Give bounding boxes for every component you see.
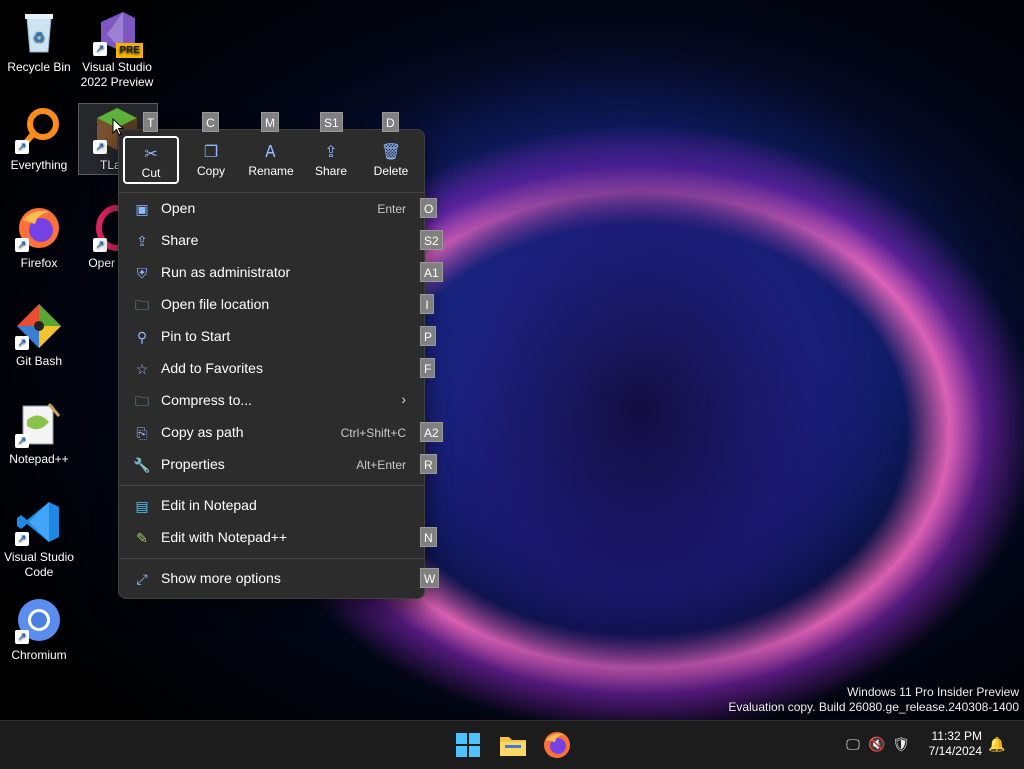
- share-icon: ⇪: [136, 233, 148, 249]
- share-icon: ⇪: [324, 144, 338, 161]
- keytip-show-more-options: W: [420, 568, 440, 588]
- shortcut-arrow-icon: ↗: [15, 140, 29, 154]
- menu-item-properties[interactable]: 🔧 Properties Alt+Enter: [123, 450, 420, 480]
- menu-item-edit-in-notepad[interactable]: ▤ Edit in Notepad: [123, 491, 420, 521]
- notepad-icon: ▤: [135, 498, 149, 514]
- zip-folder-icon: 🗀: [135, 393, 149, 409]
- rename-button[interactable]: Ꭺ Rename: [243, 136, 299, 184]
- keytip-share: S2: [420, 230, 443, 250]
- desktop-icon-notepad-plus-plus[interactable]: ↗ Notepad++: [0, 400, 78, 467]
- keytip-edit-with-notepad-plus-plus: N: [420, 527, 437, 547]
- menu-item-compress-to[interactable]: 🗀 Compress to... ›: [123, 386, 420, 416]
- desktop-icon-visual-studio[interactable]: PRE ↗ Visual Studio 2022 Preview: [78, 8, 156, 90]
- windows-logo-icon: [456, 733, 480, 757]
- chromium-icon: ↗: [15, 596, 63, 644]
- delete-button[interactable]: 🗑 Delete: [363, 136, 419, 184]
- menu-divider: [119, 485, 424, 486]
- expand-icon: ⤢: [136, 571, 148, 587]
- menu-item-share[interactable]: ⇪ Share: [123, 226, 420, 256]
- desktop-icon-firefox[interactable]: ↗ Firefox: [0, 204, 78, 271]
- desktop-icon-everything[interactable]: ↗ Everything: [0, 106, 78, 173]
- menu-item-pin-to-start[interactable]: ⚲ Pin to Start: [123, 322, 420, 352]
- desktop-icon-vscode[interactable]: ↗ Visual Studio Code: [0, 498, 78, 580]
- clock[interactable]: 11:32 PM 7/14/2024: [929, 729, 982, 759]
- windows-watermark: Windows 11 Pro Insider Preview Evaluatio…: [728, 685, 1019, 714]
- menu-item-copy-as-path[interactable]: ⎘ Copy as path Ctrl+Shift+C: [123, 418, 420, 448]
- wrench-icon: 🔧: [133, 457, 151, 473]
- keytip-add-to-favorites: F: [420, 358, 436, 378]
- pin-icon: ⚲: [136, 329, 148, 345]
- recycle-bin-icon: ♻: [15, 8, 63, 56]
- scissors-icon: ✂: [144, 146, 158, 163]
- firefox-taskbar-button[interactable]: [541, 729, 573, 761]
- battery-icon[interactable]: 🛡: [892, 735, 910, 753]
- rename-icon: Ꭺ: [265, 144, 277, 161]
- shortcut-arrow-icon: ↗: [15, 238, 29, 252]
- keytip-delete: D: [382, 112, 399, 132]
- firefox-icon: [544, 732, 570, 758]
- notepad-plus-plus-icon: ✎: [136, 530, 148, 546]
- copy-icon: ❐: [203, 144, 219, 161]
- menu-item-open[interactable]: ▣ Open Enter: [123, 194, 420, 224]
- keytip-run-as-admin: A1: [420, 262, 443, 282]
- keytip-open: O: [420, 198, 438, 218]
- desktop-icon-recycle-bin[interactable]: ♻ Recycle Bin: [0, 8, 78, 75]
- menu-item-edit-with-notepad-plus-plus[interactable]: ✎ Edit with Notepad++: [123, 523, 420, 553]
- share-button[interactable]: ⇪ Share: [303, 136, 359, 184]
- quick-actions-bar: ✂ Cut ❐ Copy Ꭺ Rename ⇪ Share 🗑 Delete: [119, 130, 424, 192]
- pre-badge: PRE: [116, 43, 143, 58]
- path-icon: ⎘: [136, 425, 148, 441]
- desktop-icon-git-bash[interactable]: ↗ Git Bash: [0, 302, 78, 369]
- keytip-pin-to-start: P: [420, 326, 437, 346]
- menu-item-run-as-admin[interactable]: ⛨ Run as administrator: [123, 258, 420, 288]
- shortcut-arrow-icon: ↗: [15, 532, 29, 546]
- notification-bell-icon[interactable]: 🔔: [988, 735, 1006, 753]
- keytip-rename: M: [261, 112, 279, 132]
- menu-item-show-more-options[interactable]: ⤢ Show more options: [123, 564, 420, 594]
- desktop-icon-chromium[interactable]: ↗ Chromium: [0, 596, 78, 663]
- visual-studio-icon: PRE ↗: [93, 8, 143, 58]
- mouse-cursor-icon: [112, 118, 125, 136]
- shortcut-arrow-icon: ↗: [93, 42, 107, 56]
- context-menu: ✂ Cut ❐ Copy Ꭺ Rename ⇪ Share 🗑 Delete ▣…: [118, 129, 425, 599]
- menu-item-open-file-location[interactable]: 🗀 Open file location: [123, 290, 420, 320]
- shortcut-arrow-icon: ↗: [93, 140, 107, 154]
- keytip-properties: R: [420, 454, 437, 474]
- star-icon: ☆: [135, 361, 149, 377]
- shortcut-arrow-icon: ↗: [15, 630, 29, 644]
- volume-muted-icon[interactable]: 🔇: [868, 735, 886, 753]
- git-bash-icon: ↗: [15, 302, 63, 350]
- menu-item-add-to-favorites[interactable]: ☆ Add to Favorites: [123, 354, 420, 384]
- chevron-right-icon: ›: [401, 391, 406, 407]
- svg-text:♻: ♻: [33, 30, 46, 46]
- everything-search-icon: ↗: [15, 106, 63, 154]
- shortcut-arrow-icon: ↗: [15, 434, 29, 448]
- menu-divider: [119, 558, 424, 559]
- keytip-share: S1: [320, 112, 343, 132]
- keytip-copy-as-path: A2: [420, 422, 443, 442]
- shield-icon: ⛨: [136, 265, 148, 281]
- cut-button[interactable]: ✂ Cut: [123, 136, 179, 184]
- notepad-plus-plus-icon: ↗: [15, 400, 63, 448]
- open-window-icon: ▣: [135, 201, 149, 217]
- keytip-copy: C: [202, 112, 219, 132]
- firefox-icon: ↗: [15, 204, 63, 252]
- shortcut-arrow-icon: ↗: [15, 336, 29, 350]
- menu-divider: [119, 192, 424, 193]
- file-explorer-button[interactable]: [497, 729, 529, 761]
- copy-button[interactable]: ❐ Copy: [183, 136, 239, 184]
- folder-icon: 🗀: [135, 297, 149, 313]
- vscode-icon: ↗: [15, 498, 63, 546]
- network-icon[interactable]: 🖵: [844, 735, 862, 753]
- start-button[interactable]: [452, 729, 484, 761]
- trash-icon: 🗑: [380, 144, 402, 161]
- folder-icon: [500, 737, 526, 756]
- keytip-open-file-location: I: [420, 294, 434, 314]
- keytip-cut: T: [143, 112, 159, 132]
- taskbar: 🖵 🔇 🛡 11:32 PM 7/14/2024 🔔: [0, 720, 1024, 769]
- shortcut-arrow-icon: ↗: [93, 238, 107, 252]
